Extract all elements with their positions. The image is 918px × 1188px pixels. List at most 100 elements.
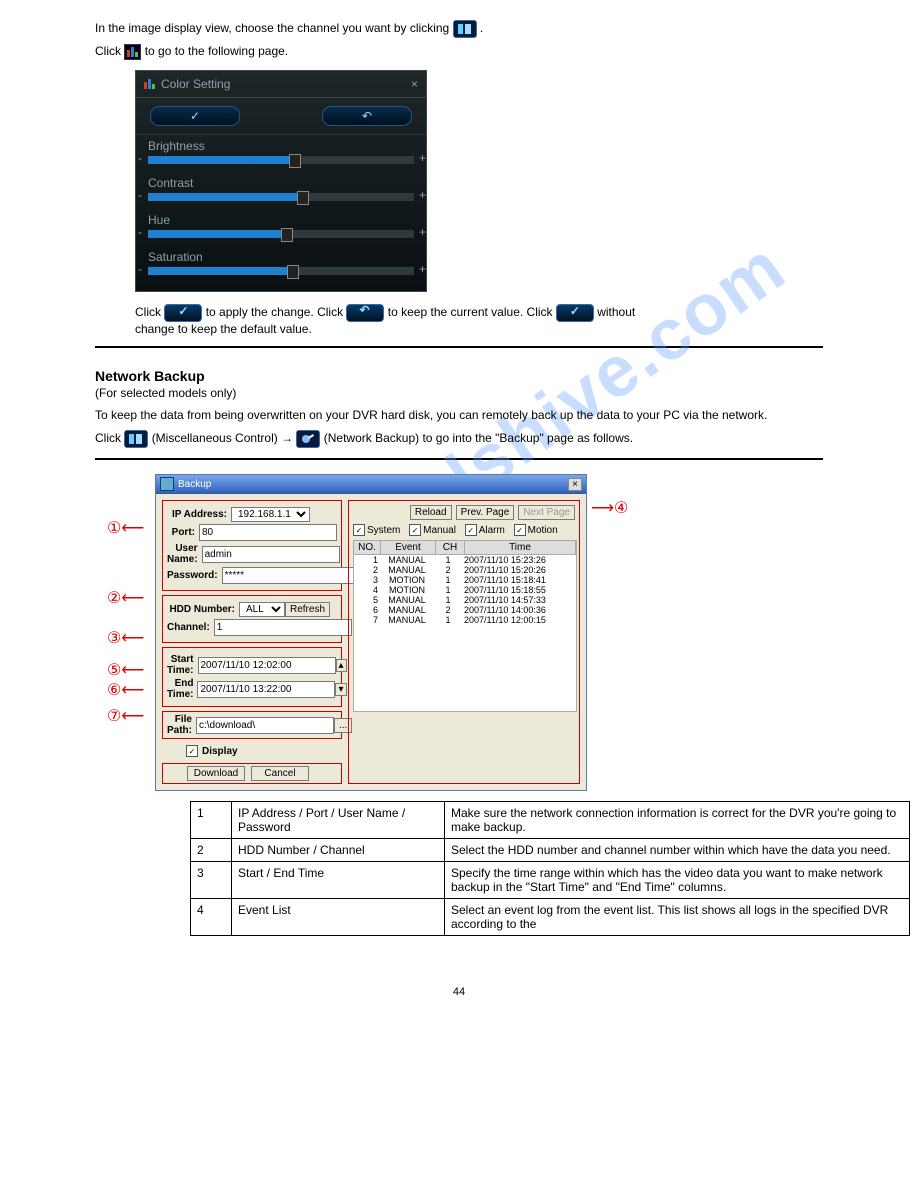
user-input[interactable] — [202, 546, 340, 563]
panel-title: Color Setting — [161, 77, 230, 91]
time-group: Start Time: ▴ End Time: ▾ — [162, 647, 342, 707]
col-ch: CH — [436, 541, 465, 554]
password-label: Password: — [167, 570, 222, 581]
hdd-label: HDD Number: — [167, 604, 239, 615]
table-row[interactable]: 2MANUAL22007/11/10 15:20:26 — [354, 565, 576, 575]
description-table: 1 IP Address / Port / User Name / Passwo… — [190, 801, 910, 936]
callout-6: ⑥ — [107, 680, 121, 700]
misc-control-icon[interactable] — [124, 430, 148, 448]
ip-label: IP Address: — [167, 509, 231, 520]
table-row[interactable]: 1MANUAL12007/11/10 15:23:26 — [354, 555, 576, 565]
start-input[interactable] — [198, 657, 336, 674]
table-row: Make sure the network connection informa… — [445, 802, 910, 839]
col-event: Event — [381, 541, 436, 554]
brightness-label: Brightness — [148, 139, 414, 153]
table-row: IP Address / Port / User Name / Password — [232, 802, 445, 839]
apply-icon[interactable]: ✓ — [150, 106, 240, 126]
download-button[interactable]: Download — [187, 766, 245, 781]
text: Click — [95, 431, 124, 445]
text: In the image display view, choose the ch… — [95, 21, 453, 35]
next-page-button[interactable]: Next Page — [518, 505, 575, 520]
motion-label: Motion — [528, 525, 558, 536]
filepath-input[interactable] — [196, 717, 334, 734]
page-number: 44 — [0, 986, 918, 998]
cancel-button[interactable]: Cancel — [251, 766, 309, 781]
spinner-icon[interactable]: ▴ — [336, 659, 347, 672]
saturation-slider[interactable] — [148, 266, 414, 275]
hdd-group: HDD Number: ALL Refresh Channel: — [162, 595, 342, 643]
section-heading: Network Backup — [95, 368, 823, 384]
refresh-button[interactable]: Refresh — [285, 602, 330, 617]
col-time: Time — [465, 541, 576, 554]
col-no: NO. — [354, 541, 381, 554]
reload-button[interactable]: Reload — [410, 505, 452, 520]
alarm-checkbox[interactable]: ✓ — [465, 524, 477, 536]
filepath-group: File Path: ... — [162, 711, 342, 739]
table-row: Select an event log from the event list.… — [445, 899, 910, 936]
end-label: End Time: — [167, 678, 197, 700]
manual-checkbox[interactable]: ✓ — [409, 524, 421, 536]
table-row: 4 — [191, 899, 232, 936]
password-input[interactable] — [222, 567, 360, 584]
contrast-slider[interactable] — [148, 192, 414, 201]
close-icon[interactable]: × — [568, 478, 582, 491]
text: . — [480, 21, 483, 35]
close-icon[interactable]: × — [411, 77, 418, 91]
table-row: Start / End Time — [232, 862, 445, 899]
callout-4: ④ — [614, 498, 628, 518]
table-row: 1 — [191, 802, 232, 839]
hdd-select[interactable]: ALL — [239, 602, 285, 617]
dialog-title: Backup — [178, 479, 211, 490]
manual-label: Manual — [423, 525, 456, 536]
connection-group: IP Address: 192.168.1.1 Port: User Name:… — [162, 500, 342, 591]
table-row: Select the HDD number and channel number… — [445, 839, 910, 862]
hue-slider[interactable] — [148, 229, 414, 238]
brightness-slider[interactable] — [148, 155, 414, 164]
ip-select[interactable]: 192.168.1.1 — [231, 507, 310, 522]
table-row[interactable]: 7MANUAL12007/11/10 12:00:15 — [354, 615, 576, 625]
channel-input[interactable] — [214, 619, 352, 636]
network-backup-icon[interactable] — [296, 430, 320, 448]
text: change to keep the default value. — [135, 322, 823, 336]
table-row: 3 — [191, 862, 232, 899]
table-row: HDD Number / Channel — [232, 839, 445, 862]
prev-page-button[interactable]: Prev. Page — [456, 505, 515, 520]
table-row: 2 — [191, 839, 232, 862]
table-row[interactable]: 6MANUAL22007/11/10 14:00:36 — [354, 605, 576, 615]
display-checkbox[interactable]: ✓ — [186, 745, 198, 757]
callout-1: ① — [107, 518, 121, 538]
callout-5: ⑤ — [107, 660, 121, 680]
callout-7: ⑦ — [107, 706, 121, 726]
text: to keep the current value. Click — [388, 305, 556, 319]
table-row[interactable]: 4MOTION12007/11/10 15:18:55 — [354, 585, 576, 595]
table-row[interactable]: 3MOTION12007/11/10 15:18:41 — [354, 575, 576, 585]
event-list-group: Reload Prev. Page Next Page ✓System ✓Man… — [348, 500, 580, 784]
text: to go to the following page. — [145, 44, 288, 58]
system-label: System — [367, 525, 400, 536]
callout-3: ③ — [107, 628, 121, 648]
apply-button-icon[interactable] — [556, 304, 594, 322]
text: (Miscellaneous Control) → — [152, 431, 297, 445]
contrast-label: Contrast — [148, 176, 414, 190]
dialog-logo-icon — [160, 477, 174, 491]
motion-checkbox[interactable]: ✓ — [514, 524, 526, 536]
saturation-label: Saturation — [148, 250, 414, 264]
revert-icon[interactable]: ↶ — [322, 106, 412, 126]
table-row: Specify the time range within which has … — [445, 862, 910, 899]
system-checkbox[interactable]: ✓ — [353, 524, 365, 536]
misc-control-icon[interactable] — [453, 20, 477, 38]
port-input[interactable] — [199, 524, 337, 541]
channel-label: Channel: — [167, 622, 214, 633]
text: Click — [95, 44, 124, 58]
apply-button-icon[interactable] — [164, 304, 202, 322]
event-table[interactable]: NO. Event CH Time 1MANUAL12007/11/10 15:… — [353, 540, 577, 712]
table-row[interactable]: 5MANUAL12007/11/10 14:57:33 — [354, 595, 576, 605]
bars-icon — [144, 79, 155, 89]
table-row: Event List — [232, 899, 445, 936]
end-input[interactable] — [197, 681, 335, 698]
start-label: Start Time: — [167, 654, 198, 676]
revert-button-icon[interactable] — [346, 304, 384, 322]
text: To keep the data from being overwritten … — [95, 408, 823, 422]
text: to apply the change. Click — [206, 305, 347, 319]
spinner-icon[interactable]: ▾ — [335, 683, 346, 696]
